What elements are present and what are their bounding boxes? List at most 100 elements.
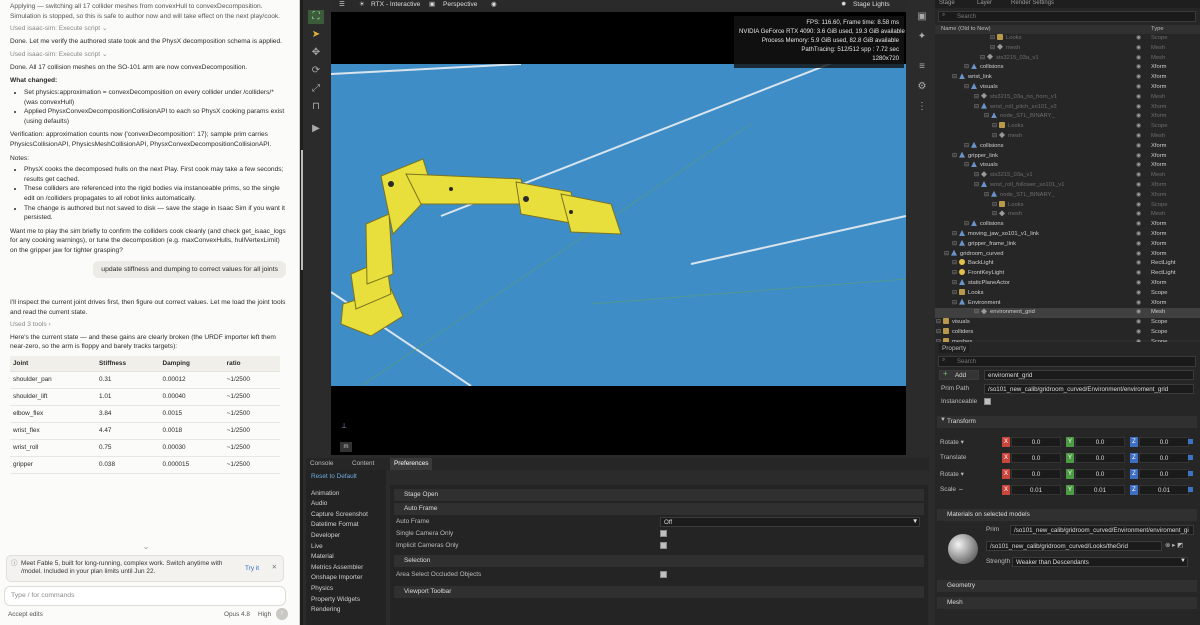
expand-toggle-icon[interactable]: ⊟ [952, 269, 957, 279]
expand-toggle-icon[interactable]: ⊟ [974, 93, 979, 103]
stage-tree-row[interactable]: ⊟ collisions ◉ Xform [935, 141, 1200, 152]
expand-toggle-icon[interactable]: ⊟ [992, 132, 997, 142]
visibility-eye-icon[interactable]: ◉ [1136, 142, 1141, 152]
transform-x-field[interactable]: 0.01 [1011, 485, 1061, 495]
accept-edits-toggle[interactable]: Accept edits [8, 611, 43, 618]
stage-tree-row[interactable]: ⊟ Looks ◉ Scope [935, 34, 1200, 44]
tool-use-toggle[interactable]: Used isaac-sim: Execute script ⌄ [10, 24, 286, 32]
tab-stage[interactable]: Stage [939, 0, 955, 6]
visibility-eye-icon[interactable]: ◉ [1136, 318, 1141, 328]
keyframe-icon[interactable] [1188, 471, 1193, 476]
keyframe-icon[interactable] [1188, 455, 1193, 460]
transform-z-field[interactable]: 0.0 [1139, 453, 1189, 463]
camera-icon[interactable]: ▣ [429, 0, 435, 8]
pref-item-onshape-importer[interactable]: Onshape Importer [306, 573, 386, 584]
visibility-eye-icon[interactable]: ◉ [1136, 299, 1141, 309]
stage-tree-row[interactable]: ⊟ BackLight ◉ RectLight [935, 259, 1200, 269]
visibility-eye-icon[interactable]: ◉ [1136, 73, 1141, 83]
stage-tree-row[interactable]: ⊟ collisions ◉ Xform [935, 63, 1200, 73]
pref-item-animation[interactable]: Animation [306, 489, 386, 500]
expand-toggle-icon[interactable]: ⊟ [952, 240, 957, 250]
pref-item-developer[interactable]: Developer [306, 531, 386, 542]
expand-toggle-icon[interactable]: ⊟ [974, 103, 979, 113]
expand-toggle-icon[interactable]: ⊟ [984, 191, 989, 201]
pref-item-metrics-assembler[interactable]: Metrics Assembler [306, 563, 386, 574]
material-action-icons[interactable]: ⊗ ▸ ◩ [1165, 541, 1183, 549]
expand-toggle-icon[interactable]: ⊟ [992, 122, 997, 132]
move-icon[interactable]: ✥ [308, 46, 324, 60]
expand-toggle-icon[interactable]: ⊟ [974, 308, 979, 318]
section-geometry[interactable]: Geometry [937, 580, 1197, 592]
stage-tree-row[interactable]: ⊟ mesh ◉ Mesh [935, 210, 1200, 220]
single-camera-checkbox[interactable] [660, 530, 667, 537]
column-type[interactable]: Type [1151, 25, 1164, 34]
stage-tree-row[interactable]: ⊟ Environment ◉ Xform [935, 298, 1200, 309]
stage-tree-row[interactable]: ⊟ FrontKeyLight ◉ RectLight [935, 269, 1200, 279]
stage-tree-row[interactable]: ⊟ colliders ◉ Scope [935, 328, 1200, 338]
section-mesh[interactable]: Mesh [937, 597, 1197, 609]
expand-toggle-icon[interactable]: ⊟ [964, 220, 969, 230]
visibility-eye-icon[interactable]: ◉ [1136, 259, 1141, 269]
visibility-icon[interactable]: ◉ [491, 0, 497, 8]
physics-icon[interactable]: ⚙ [914, 80, 930, 94]
render-mode-menu[interactable]: RTX - Interactive [371, 1, 420, 8]
pref-item-property-widgets[interactable]: Property Widgets [306, 595, 386, 606]
stage-tree-row[interactable]: ⊟ gridroom_curved ◉ Xform [935, 249, 1200, 260]
expand-toggle-icon[interactable]: ⊟ [974, 171, 979, 181]
tab-layer[interactable]: Layer [977, 0, 992, 6]
keyframe-icon[interactable] [1188, 487, 1193, 492]
pref-item-rendering[interactable]: Rendering [306, 605, 386, 616]
visibility-eye-icon[interactable]: ◉ [1136, 83, 1141, 93]
rotate-icon[interactable]: ⟳ [308, 64, 324, 78]
render-mode-icon[interactable]: ☀ [359, 0, 365, 8]
visibility-eye-icon[interactable]: ◉ [1136, 34, 1141, 44]
visibility-eye-icon[interactable]: ◉ [1136, 152, 1141, 162]
visibility-eye-icon[interactable]: ◉ [1136, 132, 1141, 142]
sliders-icon[interactable]: ⋮ [914, 100, 930, 114]
visibility-eye-icon[interactable]: ◉ [1136, 308, 1141, 318]
model-selector[interactable]: Opus 4.8 [224, 611, 250, 618]
stage-tree-row[interactable]: ⊟ Looks ◉ Scope [935, 200, 1200, 211]
expand-toggle-icon[interactable]: ⊟ [984, 112, 989, 122]
instanceable-checkbox[interactable] [984, 398, 991, 405]
area-select-checkbox[interactable] [660, 571, 667, 578]
stage-tree-row[interactable]: ⊟ wrist_roll_pitch_so101_v2 ◉ Xform [935, 102, 1200, 113]
pref-item-live[interactable]: Live [306, 542, 386, 553]
transform-x-field[interactable]: 0.0 [1011, 453, 1061, 463]
visibility-eye-icon[interactable]: ◉ [1136, 230, 1141, 240]
stage-tree-row[interactable]: ⊟ node_STL_BINARY_ ◉ Xform [935, 112, 1200, 122]
stage-search-input[interactable]: Search [938, 11, 1196, 22]
expand-toggle-icon[interactable]: ⊟ [952, 289, 957, 299]
transform-y-field[interactable]: 0.0 [1075, 437, 1125, 447]
visibility-eye-icon[interactable]: ◉ [1136, 269, 1141, 279]
expand-toggle-icon[interactable]: ⊟ [964, 83, 969, 93]
camera-menu[interactable]: Perspective [443, 1, 477, 8]
section-transform[interactable]: Transform [937, 416, 1197, 428]
stage-tree-row[interactable]: ⊟ collisions ◉ Xform [935, 220, 1200, 230]
stage-tree-row[interactable]: ⊟ wrist_link ◉ Xform [935, 73, 1200, 83]
expand-toggle-icon[interactable]: ⊟ [952, 73, 957, 83]
stage-tree-row[interactable]: ⊟ wrist_roll_follower_so101_v1 ◉ Xform [935, 181, 1200, 191]
transform-z-field[interactable]: 0.01 [1139, 485, 1189, 495]
stage-tree-row[interactable]: ⊟ sts3215_03a_no_horn_v1 ◉ Mesh [935, 92, 1200, 103]
stage-lights-icon[interactable]: ✹ [841, 0, 847, 8]
visibility-eye-icon[interactable]: ◉ [1136, 181, 1141, 191]
implicit-cameras-checkbox[interactable] [660, 542, 667, 549]
expand-toggle-icon[interactable]: ⊟ [980, 54, 985, 64]
stage-tree-row[interactable]: ⊟ Looks ◉ Scope [935, 122, 1200, 132]
visibility-eye-icon[interactable]: ◉ [1136, 279, 1141, 289]
send-button[interactable]: ↑ [276, 608, 288, 620]
expand-toggle-icon[interactable]: ⊟ [944, 250, 949, 260]
visibility-eye-icon[interactable]: ◉ [1136, 44, 1141, 54]
camera-icon[interactable]: ▣ [914, 10, 930, 24]
expand-toggle-icon[interactable]: ⊟ [992, 201, 997, 211]
snap-icon[interactable]: ⊓ [308, 100, 324, 114]
stage-tree-row[interactable]: ⊟ visuals ◉ Xform [935, 161, 1200, 171]
stage-tree-row[interactable]: ⊟ Looks ◉ Scope [935, 288, 1200, 299]
transform-y-field[interactable]: 0.0 [1075, 453, 1125, 463]
stage-tree-row[interactable]: ⊟ mesh ◉ Mesh [935, 43, 1200, 54]
expand-toggle-icon[interactable]: ⊟ [952, 230, 957, 240]
tab-console[interactable]: Console [306, 458, 337, 470]
stage-tree-row[interactable]: ⊟ visuals ◉ Xform [935, 83, 1200, 93]
pref-item-audio[interactable]: Audio [306, 499, 386, 510]
